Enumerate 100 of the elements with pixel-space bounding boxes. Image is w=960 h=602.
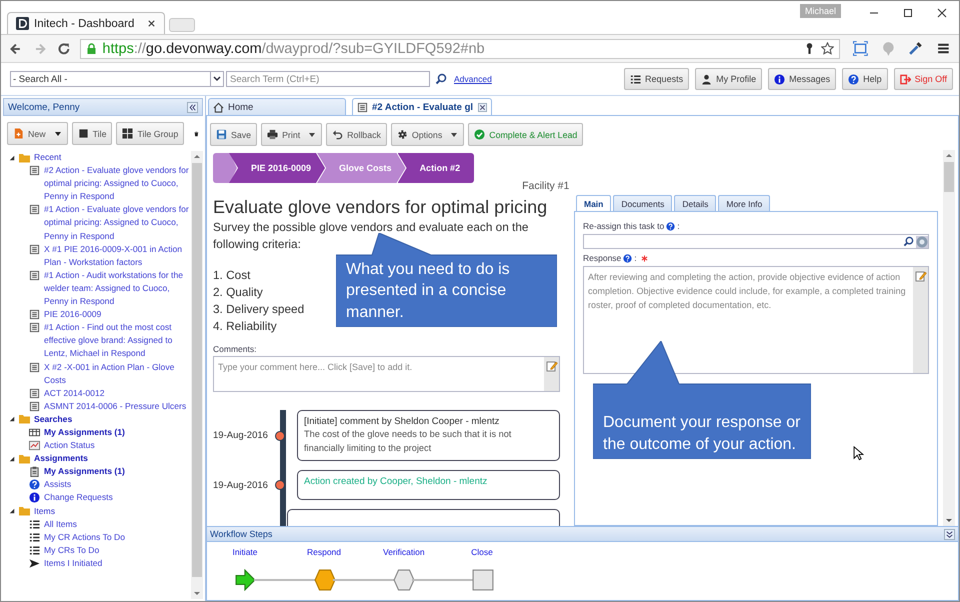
document-icon: [29, 362, 40, 372]
person-icon: [701, 74, 712, 84]
help-icon: [623, 254, 632, 262]
search-field[interactable]: Search Term (Ctrl+E): [226, 71, 430, 87]
colon-text: :: [634, 253, 637, 263]
scrollbar-thumb[interactable]: [192, 163, 202, 577]
tree-folder[interactable]: Items: [34, 504, 56, 518]
advanced-search-link[interactable]: Advanced: [454, 74, 492, 84]
info-icon: [29, 492, 40, 504]
sign-off-button[interactable]: Sign Off: [894, 68, 953, 90]
workflow-step-link[interactable]: Verification: [383, 547, 425, 557]
folder-icon: [18, 152, 31, 164]
tree-item[interactable]: #1 Action - Evaluate glove vendors for optimal pricing: Assigned to Cuoco, Penny in Respond: [44, 203, 191, 243]
document-icon: [29, 244, 40, 255]
tree-item[interactable]: X #2 -X-001 in Action Plan - Glove Costs: [44, 360, 191, 387]
tree-item[interactable]: My CRs To Do: [44, 544, 191, 557]
new-tab-button[interactable]: [169, 18, 195, 32]
address-bar[interactable]: https://go.devonway.com/dwayprod/?sub=GYILDFQ592#nb: [80, 38, 840, 58]
tree-item[interactable]: X #1 PIE 2016-0009-X-001 in Action Plan - Workstation factors: [44, 242, 191, 269]
help-icon: [666, 222, 676, 230]
save-icon: [216, 129, 227, 140]
document-tab[interactable]: Home: [208, 98, 346, 115]
assignee-field[interactable]: [583, 234, 929, 249]
tree-item[interactable]: My CR Actions To Do: [44, 530, 191, 544]
criteria-item: 2. Quality: [213, 284, 263, 301]
search-scope-dropdown[interactable]: - Search All -: [10, 71, 224, 87]
sidebar-button[interactable]: New: [7, 122, 68, 145]
home-icon: [213, 102, 224, 112]
tree-item[interactable]: ACT 2014-0012: [44, 386, 191, 400]
menu-icon: [936, 41, 951, 56]
action-button[interactable]: Complete & Alert Lead: [468, 123, 584, 146]
tree-item[interactable]: Items I Initiated: [44, 556, 191, 570]
chevron-down-icon: [213, 74, 221, 84]
comment-title: [Initiate] comment by Sheldon Cooper - mlentz: [304, 416, 500, 427]
document-icon: [29, 400, 40, 412]
collapse-icon: [187, 102, 198, 112]
tree-item[interactable]: #1 Action - Audit workstations for the welder team: Assigned to Cuoco, Penny in Respond: [44, 268, 191, 308]
tree-item[interactable]: PIE 2016-0009: [44, 308, 191, 322]
callout: What you need to do is presented in a concise manner.: [336, 233, 557, 327]
workflow-step-link[interactable]: Close: [462, 547, 502, 557]
close-icon: [936, 7, 948, 19]
panel-tab[interactable]: Main: [576, 195, 612, 211]
toolbar-button[interactable]: My Profile: [695, 68, 762, 90]
browser-tab[interactable]: Initech - Dashboard: [7, 12, 165, 34]
mouse-pointer-icon: [853, 446, 864, 461]
tree-item[interactable]: #2 Action - Evaluate glove vendors for optimal pricing: Assigned to Cuoco, Penny in Respond: [44, 164, 191, 204]
help-icon: [29, 479, 40, 490]
tree-folder[interactable]: Recent: [34, 151, 62, 164]
breadcrumb-item[interactable]: Action #2: [398, 153, 474, 183]
search-icon: [903, 236, 914, 247]
toolbar-button[interactable]: Help: [842, 68, 888, 90]
tree-item[interactable]: My Assignments (1): [44, 426, 191, 440]
field-label: Re-assign this task to: [583, 221, 664, 231]
screen-icon: [852, 41, 868, 56]
document-icon: [29, 322, 40, 334]
action-button[interactable]: Options: [390, 123, 464, 146]
tree-item[interactable]: Change Requests: [44, 491, 191, 505]
star-icon: [820, 42, 834, 55]
tree-item[interactable]: #1 Action - Find out the most cost effective glove brand: Assigned to Lentz, Michael in Respond: [44, 321, 191, 360]
tree-item[interactable]: ASMNT 2014-0006 - Pressure Ulcers: [44, 400, 191, 413]
breadcrumb-item[interactable]: PIE 2016-0009: [229, 153, 326, 183]
settings-icon: [916, 236, 928, 248]
dropper-icon: [908, 41, 924, 56]
back-icon: [9, 42, 23, 56]
check-circle-icon: [474, 129, 486, 140]
tree-item[interactable]: Assists: [44, 478, 191, 492]
panel-tab[interactable]: Details: [674, 195, 716, 211]
tree-item[interactable]: Action Status: [44, 439, 191, 452]
info-icon: [774, 74, 786, 84]
toolbar-button[interactable]: Messages: [768, 68, 836, 90]
tree-folder[interactable]: Assignments: [34, 452, 88, 466]
toolbar-button[interactable]: Requests: [624, 68, 690, 90]
document-icon: [29, 204, 40, 216]
close-icon: [147, 19, 156, 28]
workflow-step-link[interactable]: Respond: [304, 547, 344, 557]
document-tab[interactable]: #2 Action - Evaluate gl: [352, 98, 492, 115]
tree-folder[interactable]: Searches: [34, 412, 72, 426]
action-button[interactable]: Print: [261, 123, 322, 146]
scroll-up-icon: [193, 153, 201, 161]
maximize-icon: [902, 7, 914, 19]
panel-tab[interactable]: Documents: [613, 195, 672, 211]
panel-tab[interactable]: More Info: [718, 195, 770, 211]
expand-icon: [944, 528, 955, 540]
sidebar-button[interactable]: Tile: [72, 122, 112, 145]
new-document-icon: [13, 128, 24, 139]
undo-icon: [332, 129, 344, 140]
welcome-text: Welcome, Penny: [8, 102, 81, 112]
printer-icon: [267, 129, 278, 140]
colon-text: :: [677, 221, 680, 231]
list-icon: [29, 544, 40, 556]
tree-item[interactable]: All Items: [44, 518, 191, 531]
sidebar-button[interactable]: Tile Group: [116, 122, 184, 145]
scrollbar-thumb[interactable]: [944, 162, 954, 192]
action-button[interactable]: Save: [210, 123, 258, 146]
workflow-step-link[interactable]: Initiate: [225, 547, 265, 557]
field-label: Response: [583, 253, 622, 263]
action-button[interactable]: Rollback: [326, 123, 387, 146]
grid-icon: [122, 128, 134, 139]
scroll-up-icon: [945, 152, 953, 160]
tree-item[interactable]: My Assignments (1): [44, 465, 191, 478]
